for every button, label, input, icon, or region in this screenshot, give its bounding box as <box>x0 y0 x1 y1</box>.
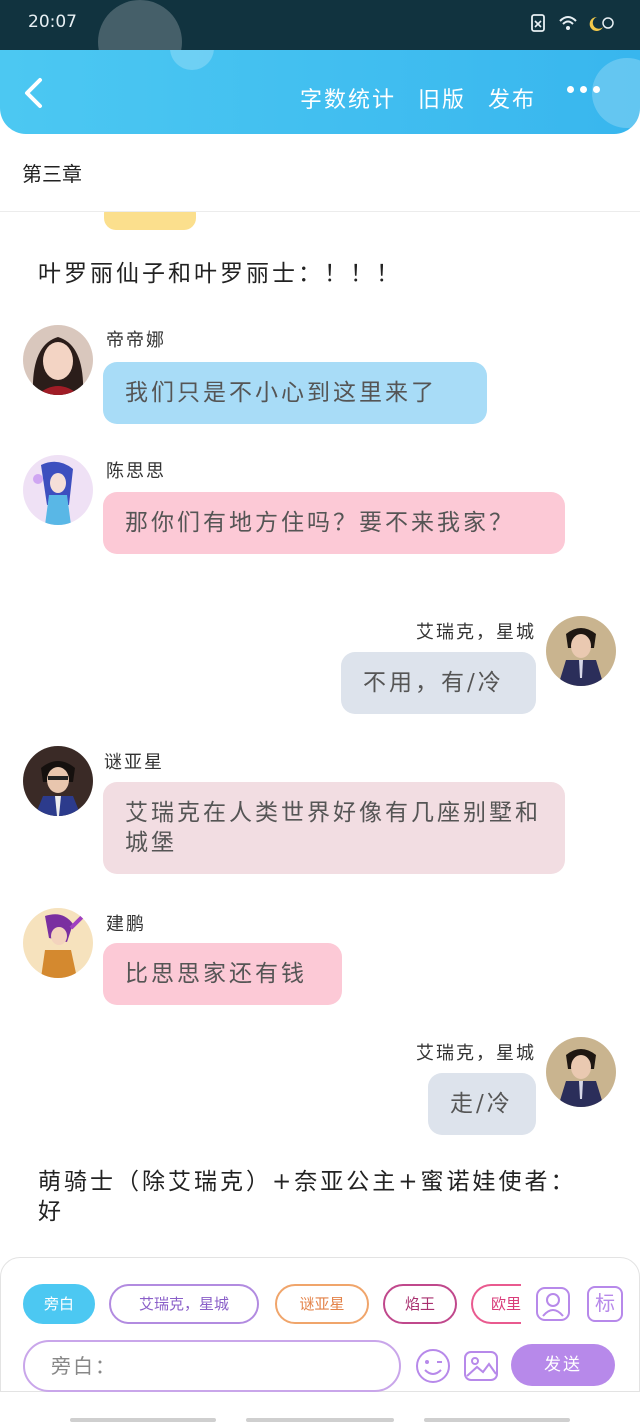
back-arrow-icon[interactable] <box>18 76 52 110</box>
message-bubble[interactable]: 那你们有地方住吗？要不来我家？ <box>103 492 565 554</box>
avatar[interactable] <box>546 616 616 686</box>
chapter-title-row[interactable]: 第三章 <box>0 134 640 212</box>
message-bubble[interactable]: 我们只是不小心到这里来了 <box>103 362 487 424</box>
narration-text: 叶罗丽仙子和叶罗丽士：！！！ <box>38 261 402 287</box>
send-button[interactable]: 发送 <box>511 1344 615 1386</box>
sim-icon <box>531 14 545 32</box>
narration-text: 萌骑士（除艾瑞克）+奈亚公主+蜜诺娃使者：好 <box>38 1169 577 1225</box>
speaker-name: 谜亚星 <box>104 752 164 773</box>
speaker-name: 艾瑞克，星城 <box>416 622 536 643</box>
decoration-bubble <box>170 50 214 70</box>
old-version-button[interactable]: 旧版 <box>418 82 466 114</box>
role-chip[interactable]: 焰王 <box>383 1284 457 1324</box>
role-chip-narrator[interactable]: 旁白 <box>23 1284 95 1324</box>
system-nav-bar <box>0 1392 640 1427</box>
word-count-button[interactable]: 字数统计 <box>300 82 396 114</box>
status-icons <box>528 13 614 33</box>
character-manage-icon[interactable] <box>535 1286 571 1322</box>
composer-panel: 旁白 艾瑞克，星城 谜亚星 焰王 欧里 标 旁白： 发送 <box>0 1257 640 1392</box>
avatar[interactable] <box>23 908 93 978</box>
speaker-name: 建鹏 <box>106 914 146 935</box>
message-input[interactable]: 旁白： <box>23 1340 401 1392</box>
status-bar: 20:07 <box>0 0 640 84</box>
nav-indicator <box>424 1418 570 1422</box>
nav-indicator <box>246 1418 394 1422</box>
avatar[interactable] <box>546 1037 616 1107</box>
speaker-name: 帝帝娜 <box>106 330 166 351</box>
chat-content[interactable]: 叶罗丽仙子和叶罗丽士：！！！ 帝帝娜 我们只是不小心到这里来了 陈思思 那你们有… <box>0 212 640 1257</box>
message-bubble[interactable]: 比思思家还有钱 <box>103 943 342 1005</box>
avatar[interactable] <box>23 746 93 816</box>
header-actions: 字数统计 旧版 发布 <box>300 82 536 114</box>
message-bubble[interactable]: 艾瑞克在人类世界好像有几座别墅和城堡 <box>103 782 565 874</box>
emoji-icon[interactable] <box>415 1348 451 1384</box>
message-bubble <box>104 212 196 230</box>
role-chip[interactable]: 艾瑞克，星城 <box>109 1284 259 1324</box>
nav-indicator <box>70 1418 216 1422</box>
decoration-bubble <box>592 58 640 128</box>
message-bubble[interactable]: 走/冷 <box>428 1073 536 1135</box>
moon-battery-icon <box>589 16 614 31</box>
tag-icon[interactable]: 标 <box>587 1286 623 1322</box>
image-icon[interactable] <box>463 1348 499 1384</box>
avatar[interactable] <box>23 455 93 525</box>
speaker-name: 陈思思 <box>106 461 166 482</box>
status-time: 20:07 <box>28 12 77 32</box>
more-options-icon[interactable] <box>567 86 600 93</box>
message-bubble[interactable]: 不用，有/冷 <box>341 652 536 714</box>
editor-header: 字数统计 旧版 发布 <box>0 50 640 134</box>
speaker-name: 艾瑞克，星城 <box>416 1043 536 1064</box>
avatar[interactable] <box>23 325 93 395</box>
role-chip[interactable]: 欧里 <box>471 1284 521 1324</box>
publish-button[interactable]: 发布 <box>488 82 536 114</box>
role-chip[interactable]: 谜亚星 <box>275 1284 369 1324</box>
wifi-icon <box>559 16 577 30</box>
chapter-title: 第三章 <box>22 162 82 186</box>
